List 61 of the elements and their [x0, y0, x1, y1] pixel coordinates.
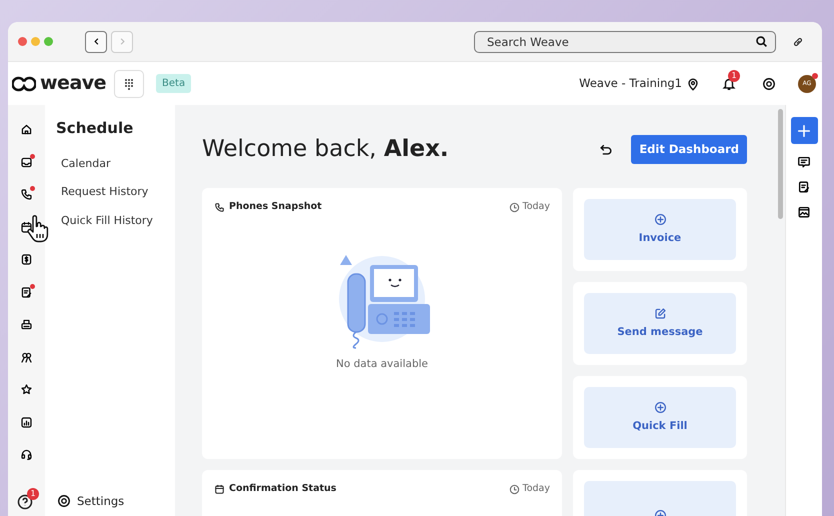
calendar-icon — [20, 220, 33, 234]
headset-icon — [20, 448, 33, 461]
notification-count: 1 — [728, 70, 740, 82]
beta-tag: Beta — [156, 74, 192, 93]
plus-icon — [797, 124, 811, 138]
plus-circle-icon — [654, 212, 666, 226]
add-action-button[interactable]: Quick Fill — [584, 387, 736, 448]
dollar-icon — [20, 253, 33, 266]
clock-icon — [508, 484, 520, 495]
close-window-button[interactable] — [18, 37, 27, 46]
people-icon — [20, 350, 33, 364]
phone-icon — [20, 188, 33, 201]
home-icon — [20, 123, 33, 136]
section-title: Schedule — [56, 118, 134, 139]
help-icon[interactable] — [17, 494, 33, 510]
logo-icon — [12, 76, 36, 92]
star-icon — [20, 383, 33, 396]
sidebar-item[interactable]: Quick Fill History — [56, 206, 175, 235]
settings-icon[interactable] — [57, 494, 71, 508]
period-label[interactable]: Today — [522, 200, 550, 214]
form-icon — [20, 286, 33, 298]
link-icon[interactable] — [792, 36, 804, 48]
period-label[interactable]: Today — [522, 482, 550, 496]
card-title: Confirmation Status — [229, 482, 336, 496]
printer-icon — [20, 318, 33, 331]
edit-icon — [654, 306, 666, 320]
welcome-heading: Welcome back, Alex. — [202, 136, 449, 164]
plus-circle-icon — [654, 400, 666, 414]
message-icon — [797, 155, 811, 169]
calendar-icon — [214, 484, 225, 495]
search-field[interactable]: Search Weave — [474, 30, 776, 52]
card-title: Phones Snapshot — [229, 200, 322, 214]
location-pin-icon[interactable] — [686, 76, 700, 90]
search-icon[interactable] — [755, 35, 768, 48]
phone-icon — [214, 202, 225, 213]
add-action-button[interactable]: Invoice — [584, 199, 736, 260]
edit-dashboard-button[interactable]: Edit Dashboard — [631, 135, 747, 164]
settings-link[interactable]: Settings — [77, 492, 124, 510]
back-button[interactable] — [85, 30, 107, 52]
form-icon — [797, 180, 811, 194]
clock-icon — [508, 202, 520, 213]
dial-pad-icon — [124, 78, 134, 90]
sidebar-item[interactable]: Request History — [56, 178, 175, 206]
bar-chart-icon — [20, 416, 33, 428]
scrollbar-thumb[interactable] — [778, 109, 783, 219]
add-button[interactable] — [790, 117, 818, 144]
location-name[interactable]: Weave - Training1 — [579, 74, 682, 92]
undo-icon[interactable] — [599, 142, 614, 157]
message-button[interactable] — [797, 155, 811, 169]
sidebar-item[interactable]: Calendar — [56, 150, 175, 178]
notifications-icon[interactable] — [722, 76, 736, 90]
form-button[interactable] — [797, 180, 811, 194]
image-button[interactable] — [797, 205, 811, 219]
dial-pad-button[interactable] — [114, 70, 144, 98]
help-badge: 1 — [27, 488, 39, 500]
logo-text: weave — [40, 71, 106, 96]
empty-state-text: No data available — [336, 356, 428, 372]
edit-action-button[interactable]: Send message — [584, 293, 736, 354]
image-icon — [797, 205, 811, 219]
inbox-icon — [20, 156, 33, 168]
settings-icon[interactable] — [762, 76, 776, 90]
